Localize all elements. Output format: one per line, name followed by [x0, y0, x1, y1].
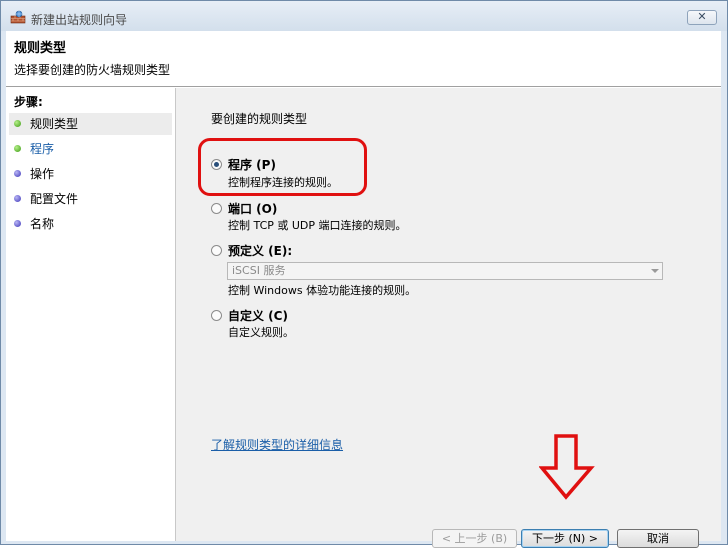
step-label: 名称	[30, 217, 55, 231]
step-label: 操作	[30, 167, 55, 181]
option-predefined-desc: 控制 Windows 体验功能连接的规则。	[228, 284, 417, 297]
step-label: 规则类型	[30, 117, 79, 131]
option-predefined-label[interactable]: 预定义 (E):	[228, 242, 292, 259]
step-status-dot-icon	[14, 145, 21, 152]
highlight-arrow-icon	[539, 434, 595, 500]
cancel-button[interactable]: 取消	[617, 529, 699, 548]
step-status-dot-icon	[14, 170, 21, 177]
step-status-dot-icon	[14, 195, 21, 202]
predefined-select[interactable]: iSCSI 服务	[227, 262, 663, 280]
window-title: 新建出站规则向导	[31, 13, 128, 27]
radio-custom[interactable]	[211, 310, 222, 321]
wizard-client: 规则类型 选择要创建的防火墙规则类型 步骤: 规则类型 程序 操作 配置文件 名…	[6, 31, 721, 548]
step-rule-type[interactable]: 规则类型	[9, 113, 172, 135]
step-profile[interactable]: 配置文件	[9, 188, 172, 210]
firewall-app-icon	[10, 10, 26, 24]
page-title: 规则类型	[14, 41, 67, 56]
predefined-select-value: iSCSI 服务	[232, 264, 286, 277]
option-port-desc: 控制 TCP 或 UDP 端口连接的规则。	[228, 219, 407, 232]
step-label: 配置文件	[30, 192, 79, 206]
step-action[interactable]: 操作	[9, 163, 172, 185]
steps-panel: 步骤: 规则类型 程序 操作 配置文件 名称	[6, 88, 176, 541]
step-label: 程序	[30, 142, 55, 156]
step-program[interactable]: 程序	[9, 138, 172, 160]
step-status-dot-icon	[14, 220, 21, 227]
highlight-ellipse	[198, 138, 367, 196]
learn-more-link[interactable]: 了解规则类型的详细信息	[211, 436, 343, 453]
option-port-label[interactable]: 端口 (O)	[228, 200, 277, 217]
wizard-window: 新建出站规则向导 ✕ 规则类型 选择要创建的防火墙规则类型 步骤: 规则类型 程…	[0, 0, 728, 548]
option-custom-label[interactable]: 自定义 (C)	[228, 307, 288, 324]
close-icon: ✕	[697, 10, 707, 23]
page-subtitle: 选择要创建的防火墙规则类型	[14, 63, 171, 77]
back-button[interactable]: < 上一步 (B)	[432, 529, 517, 548]
next-button[interactable]: 下一步 (N) >	[521, 529, 609, 548]
close-button[interactable]: ✕	[687, 10, 717, 25]
radio-predefined[interactable]	[211, 245, 222, 256]
rule-type-prompt: 要创建的规则类型	[211, 112, 308, 126]
steps-heading: 步骤:	[14, 95, 43, 109]
step-name[interactable]: 名称	[9, 213, 172, 235]
option-custom-desc: 自定义规则。	[228, 326, 294, 339]
radio-port[interactable]	[211, 203, 222, 214]
step-status-dot-icon	[14, 120, 21, 127]
chevron-down-icon	[651, 269, 659, 273]
title-bar: 新建出站规则向导 ✕	[1, 1, 727, 31]
wizard-header: 规则类型 选择要创建的防火墙规则类型	[6, 31, 721, 87]
